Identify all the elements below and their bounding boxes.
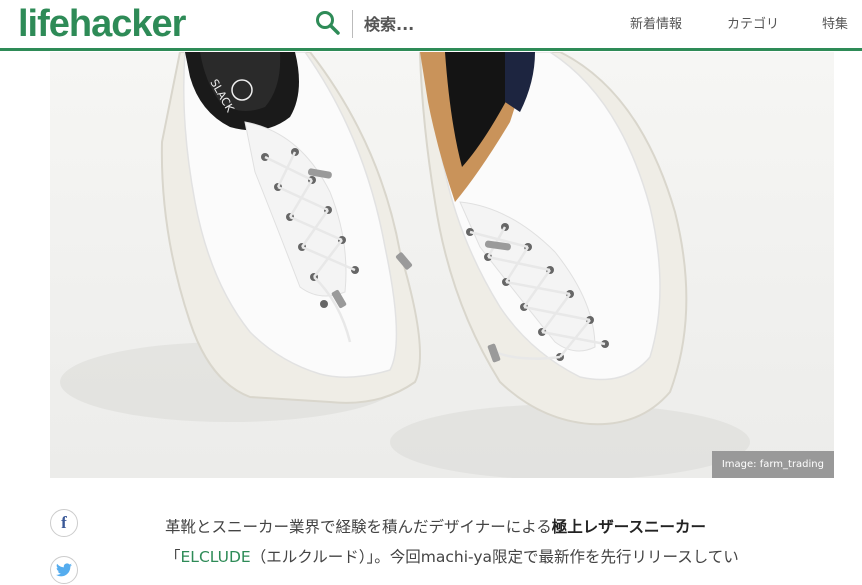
article-bold-text: 極上レザースニーカー [551,518,706,536]
elclude-link[interactable]: ELCLUDE [181,548,251,566]
search-button[interactable] [314,9,342,37]
sneakers-illustration: SLACK [60,52,750,478]
search-icon [316,11,340,35]
image-credit: Image: farm_trading [711,451,834,478]
nav-category[interactable]: カテゴリ [727,13,779,32]
article-text: 革靴とスニーカー業界で経験を積んだデザイナーによる [165,518,552,536]
article-line-1: 革靴とスニーカー業界で経験を積んだデザイナーによる極上レザースニーカー [165,512,845,542]
article-line-2: 「ELCLUDE（エルクルード）」。今回machi-ya限定で最新作を先行リリー… [165,542,845,572]
search-input[interactable] [362,8,586,40]
twitter-icon [56,563,72,577]
nav-new-info[interactable]: 新着情報 [630,13,682,32]
search-divider [352,10,353,38]
facebook-icon: f [61,513,67,532]
article-text-2: （エルクルード）」。今回machi-ya限定で最新作を先行リリースしてい [250,548,739,566]
site-header: lifehacker 新着情報 カテゴリ 特集 [0,0,862,51]
hero-image[interactable]: SLACK Image: farm_trading [50,52,834,478]
bracket-open: 「 [165,548,181,566]
nav-features[interactable]: 特集 [822,13,848,32]
facebook-share-button[interactable]: f [50,509,78,537]
site-logo[interactable]: lifehacker [18,2,186,46]
article-intro: 革靴とスニーカー業界で経験を積んだデザイナーによる極上レザースニーカー 「ELC… [165,512,845,572]
